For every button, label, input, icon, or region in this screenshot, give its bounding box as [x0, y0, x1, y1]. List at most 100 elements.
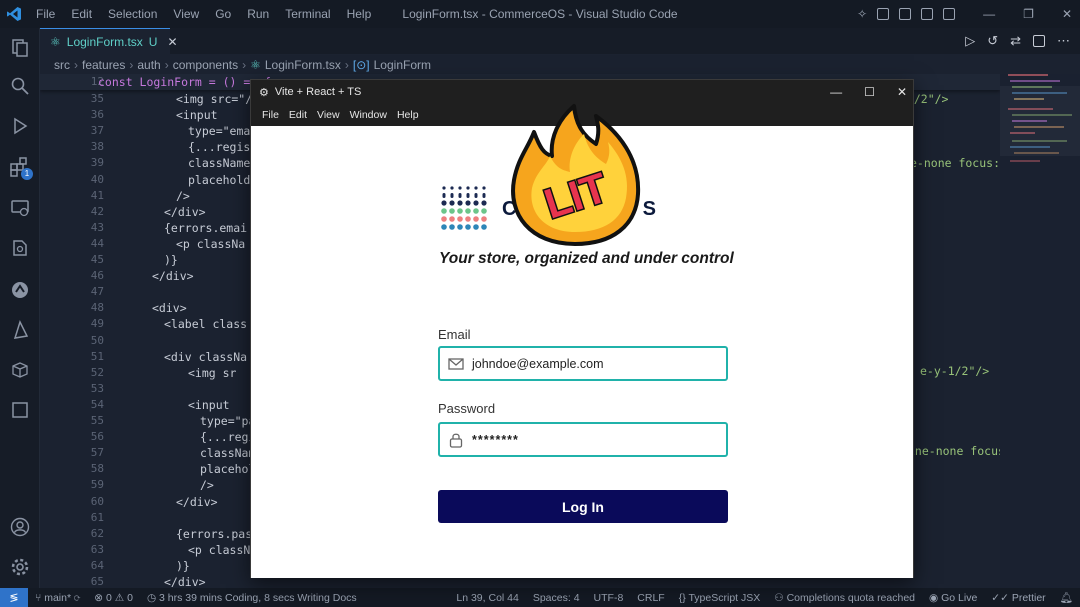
code-line: <p classN	[188, 542, 251, 557]
problems-status[interactable]: ⊗ 0 ⚠ 0	[87, 592, 140, 604]
close-icon[interactable]: ✕	[1062, 7, 1072, 21]
activity-bar: 1	[0, 28, 40, 588]
compare-changes-icon[interactable]: ⇄	[1010, 33, 1021, 49]
testing-icon[interactable]	[8, 236, 32, 260]
split-editor-icon[interactable]	[1033, 35, 1045, 47]
menu-selection[interactable]: Selection	[100, 0, 165, 28]
line-number: 50	[90, 333, 104, 347]
breadcrumb-components[interactable]: components	[173, 58, 238, 72]
wakatime-status[interactable]: ◷ 3 hrs 39 mins Coding, 8 secs Writing D…	[140, 592, 364, 604]
line-number: 64	[90, 558, 104, 572]
toggle-secondary-sidebar-icon[interactable]	[943, 8, 956, 20]
password-field[interactable]: ********	[438, 422, 728, 457]
menu-view[interactable]: View	[165, 0, 207, 28]
extensions-icon[interactable]: 1	[8, 156, 33, 180]
code-line: {errors.pass	[176, 526, 260, 541]
line-number: 54	[90, 397, 104, 411]
line-number: 41	[90, 188, 104, 202]
line-number: 65	[90, 575, 104, 588]
indentation-status[interactable]: Spaces: 4	[526, 592, 587, 604]
run-debug-icon[interactable]	[8, 114, 32, 138]
vscode-titlebar: File Edit Selection View Go Run Terminal…	[0, 0, 1080, 28]
line-number: 59	[90, 478, 104, 492]
code-line: type="emai	[188, 124, 258, 139]
restore-icon[interactable]: ❐	[1023, 7, 1034, 21]
app-window-controls: — ☐ ✕	[830, 80, 907, 104]
app-menu-help[interactable]: Help	[392, 104, 424, 126]
react-file-icon: ⚛	[50, 34, 61, 49]
layout-customize-icon[interactable]	[877, 8, 890, 20]
breadcrumb-features[interactable]: features	[82, 58, 125, 72]
blank-panel-icon[interactable]	[8, 398, 32, 422]
cursor-position-status[interactable]: Ln 39, Col 44	[449, 592, 525, 604]
minimize-icon[interactable]: —	[983, 7, 995, 21]
breadcrumb-auth[interactable]: auth	[137, 58, 160, 72]
app-maximize-icon[interactable]: ☐	[864, 85, 875, 99]
vscode-logo-icon[interactable]	[0, 0, 28, 28]
explorer-icon[interactable]	[8, 36, 32, 60]
brand-logo-icon	[441, 186, 487, 230]
copilot-icon[interactable]: ✧	[857, 7, 867, 21]
app-menu-view[interactable]: View	[312, 104, 345, 126]
login-button[interactable]: Log In	[438, 490, 728, 523]
account-icon[interactable]	[8, 515, 32, 539]
menu-terminal[interactable]: Terminal	[277, 0, 338, 28]
run-file-icon[interactable]: ▷	[965, 33, 975, 49]
status-bar: ≶ ⑂ main* ⟳ ⊗ 0 ⚠ 0 ◷ 3 hrs 39 mins Codi…	[0, 588, 1080, 607]
notifications-bell-icon[interactable]: 🔔︎	[1053, 591, 1080, 604]
search-icon[interactable]	[8, 74, 32, 98]
more-actions-icon[interactable]: ⋯	[1057, 33, 1070, 49]
line-number: 49	[90, 317, 104, 331]
app-menu-window[interactable]: Window	[345, 104, 392, 126]
editor-tabs: ⚛ LoginForm.tsx U ✕ ▷ ↺ ⇄ ⋯	[40, 28, 1080, 54]
copilot-quota-status[interactable]: ⚇ Completions quota reached	[767, 592, 922, 604]
code-line: )}	[164, 253, 178, 267]
code-overflow-fragment: ine-none focus	[908, 444, 1000, 458]
lock-icon	[440, 432, 472, 448]
app-titlebar[interactable]: ⚙ Vite + React + TS	[251, 80, 915, 104]
toggle-sidebar-icon[interactable]	[899, 8, 912, 20]
docker-icon[interactable]	[8, 358, 32, 382]
go-live-status[interactable]: ◉ Go Live	[922, 592, 984, 604]
code-line: <input	[176, 108, 218, 123]
remote-indicator-icon[interactable]: ≶	[0, 588, 28, 607]
source-control-icon[interactable]	[8, 278, 32, 302]
line-number: 58	[90, 462, 104, 476]
tab-close-icon[interactable]: ✕	[167, 35, 177, 49]
line-number: 38	[90, 140, 104, 154]
prettier-status[interactable]: ✓✓ Prettier	[984, 592, 1052, 604]
menu-go[interactable]: Go	[207, 0, 239, 28]
menu-run[interactable]: Run	[239, 0, 277, 28]
line-number: 42	[90, 204, 104, 218]
encoding-status[interactable]: UTF-8	[587, 592, 631, 604]
breadcrumb-symbol[interactable]: LoginForm	[374, 58, 431, 72]
line-number: 63	[90, 542, 104, 556]
minimap[interactable]	[1000, 74, 1080, 588]
app-close-icon[interactable]: ✕	[897, 85, 907, 99]
menu-file[interactable]: File	[28, 0, 63, 28]
line-number: 44	[90, 236, 104, 250]
prisma-icon[interactable]	[8, 318, 32, 342]
code-line: placehol	[200, 462, 256, 477]
settings-gear-icon[interactable]	[8, 555, 32, 579]
timeline-icon[interactable]: ↺	[987, 33, 998, 49]
breadcrumb-file[interactable]: LoginForm.tsx	[265, 58, 341, 72]
editor-actions: ▷ ↺ ⇄ ⋯	[965, 28, 1070, 54]
line-number: 39	[90, 156, 104, 170]
code-line: <input	[188, 397, 230, 412]
eol-status[interactable]: CRLF	[630, 592, 671, 604]
app-menu-edit[interactable]: Edit	[284, 104, 312, 126]
app-menu-file[interactable]: File	[257, 104, 284, 126]
menu-help[interactable]: Help	[339, 0, 380, 28]
tab-loginform[interactable]: ⚛ LoginForm.tsx U ✕	[40, 28, 178, 54]
email-field[interactable]: johndoe@example.com	[438, 346, 728, 381]
git-branch-status[interactable]: ⑂ main* ⟳	[28, 592, 87, 604]
menu-edit[interactable]: Edit	[63, 0, 100, 28]
language-mode-status[interactable]: {} TypeScript JSX	[672, 592, 768, 604]
app-minimize-icon[interactable]: —	[830, 85, 842, 99]
toggle-panel-icon[interactable]	[921, 8, 934, 20]
remote-explorer-icon[interactable]	[8, 196, 32, 220]
titlebar-controls: ✧ — ❐ ✕	[857, 0, 1072, 28]
breadcrumb-src[interactable]: src	[54, 58, 70, 72]
code-line: className=	[188, 156, 258, 171]
